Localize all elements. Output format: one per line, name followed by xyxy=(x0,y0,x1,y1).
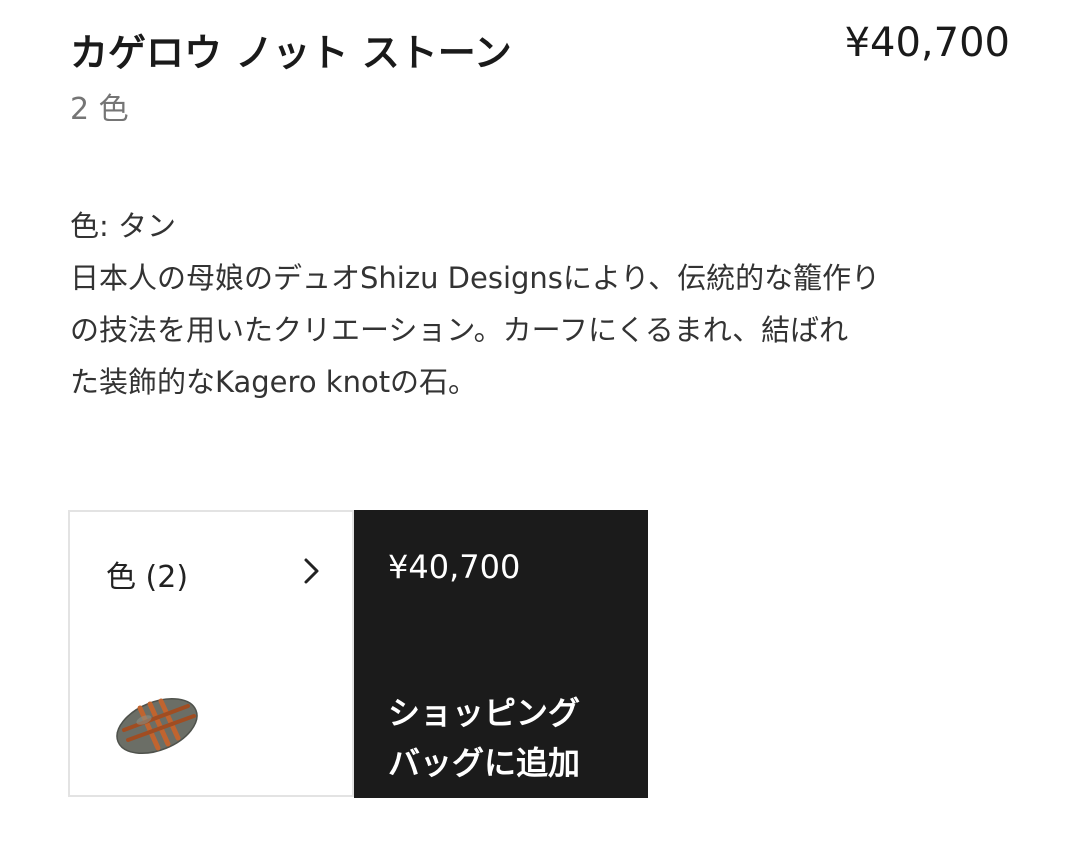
color-selector-label: 色 (2) xyxy=(106,560,189,595)
add-to-bag-button[interactable]: ¥40,700 ショッピング バッグに追加 xyxy=(354,510,648,798)
description-line: の技法を用いたクリエーション。カーフにくるまれ、結ばれ xyxy=(70,313,849,347)
color-selector[interactable]: 色 (2) xyxy=(68,510,354,797)
add-to-bag-label-line: バッグに追加 xyxy=(388,744,581,782)
button-price: ¥40,700 xyxy=(388,548,521,586)
product-title: カゲロウ ノット ストーン xyxy=(70,31,512,75)
description-line: た装飾的なKagero knotの石。 xyxy=(70,365,478,399)
add-to-bag-label-line: ショッピング xyxy=(388,694,581,732)
chevron-right-icon xyxy=(304,558,319,584)
product-price: ¥40,700 xyxy=(844,20,1010,66)
description-line: 日本人の母娘のデュオShizu Designsにより、伝統的な籠作り xyxy=(70,261,881,295)
selected-color-text: 色: タン xyxy=(70,209,176,243)
stone-swatch-icon[interactable] xyxy=(110,680,202,760)
color-count: 2 色 xyxy=(70,92,129,127)
product-description: 色: タン 日本人の母娘のデュオShizu Designsにより、伝統的な籠作り… xyxy=(70,200,1010,408)
add-to-bag-label: ショッピング バッグに追加 xyxy=(388,688,628,788)
